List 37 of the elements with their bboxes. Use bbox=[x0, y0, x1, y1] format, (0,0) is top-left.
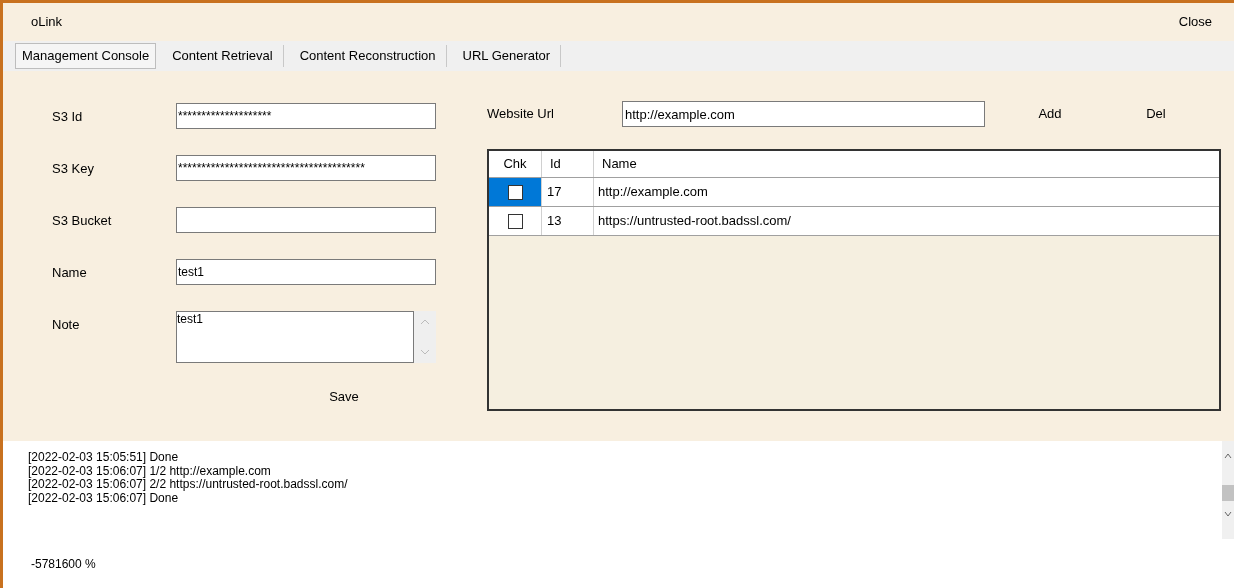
input-field[interactable]: **************************************** bbox=[176, 155, 436, 181]
save-button[interactable]: Save bbox=[314, 385, 374, 409]
table-cell: 13 bbox=[542, 207, 594, 235]
input-field[interactable]: ******************** bbox=[176, 103, 436, 129]
input-field[interactable] bbox=[176, 207, 436, 233]
field-label: S3 Bucket bbox=[52, 212, 113, 230]
scrollbar[interactable] bbox=[1222, 441, 1234, 539]
tab[interactable]: URL Generator bbox=[452, 45, 562, 67]
scroll-up-icon[interactable] bbox=[1224, 453, 1232, 459]
log-area: [2022-02-03 15:05:51] Done [2022-02-03 15:06:07] 1/2 http://example.com [2022-02-03 15:06:07] 2/2 https://untrusted-root.badssl.com/ [2022-02-03 15:06:07] Done bbox=[3, 441, 1222, 539]
field-label: S3 Key bbox=[52, 160, 95, 178]
column-header: Chk bbox=[489, 151, 542, 177]
field-label: Website Url bbox=[487, 105, 555, 124]
tab[interactable]: Content Reconstruction bbox=[289, 45, 447, 67]
url-input-field[interactable]: http://example.com bbox=[622, 101, 985, 127]
field-label: Name bbox=[52, 264, 88, 282]
checkbox[interactable] bbox=[507, 184, 523, 200]
column-header: Id bbox=[542, 151, 594, 177]
scroll-down-icon[interactable] bbox=[1224, 511, 1232, 517]
table-cell-text: https://untrusted-root.badssl.com/ bbox=[597, 212, 792, 231]
tab[interactable]: Management Console bbox=[15, 43, 157, 69]
delete-button[interactable]: Del bbox=[1136, 102, 1176, 126]
table-cell-text: http://example.com bbox=[597, 183, 709, 202]
scroll-thumb[interactable] bbox=[1222, 485, 1234, 501]
add-button[interactable]: Add bbox=[1030, 102, 1070, 126]
input-field[interactable]: test1 bbox=[176, 259, 436, 285]
selected-cell[interactable] bbox=[489, 178, 542, 206]
window-title: oLink bbox=[31, 13, 63, 32]
field-label: S3 Id bbox=[52, 108, 84, 126]
progress-text: -5781600 % bbox=[31, 557, 96, 571]
close-button[interactable]: Close bbox=[1178, 12, 1212, 32]
checkbox[interactable] bbox=[507, 213, 523, 229]
note-text-area[interactable]: test1 bbox=[176, 311, 414, 363]
field-label: Note bbox=[52, 316, 81, 334]
table-cell: 17 bbox=[542, 178, 594, 206]
tab[interactable]: Content Retrieval bbox=[162, 45, 284, 67]
column-header: Name bbox=[601, 155, 638, 174]
